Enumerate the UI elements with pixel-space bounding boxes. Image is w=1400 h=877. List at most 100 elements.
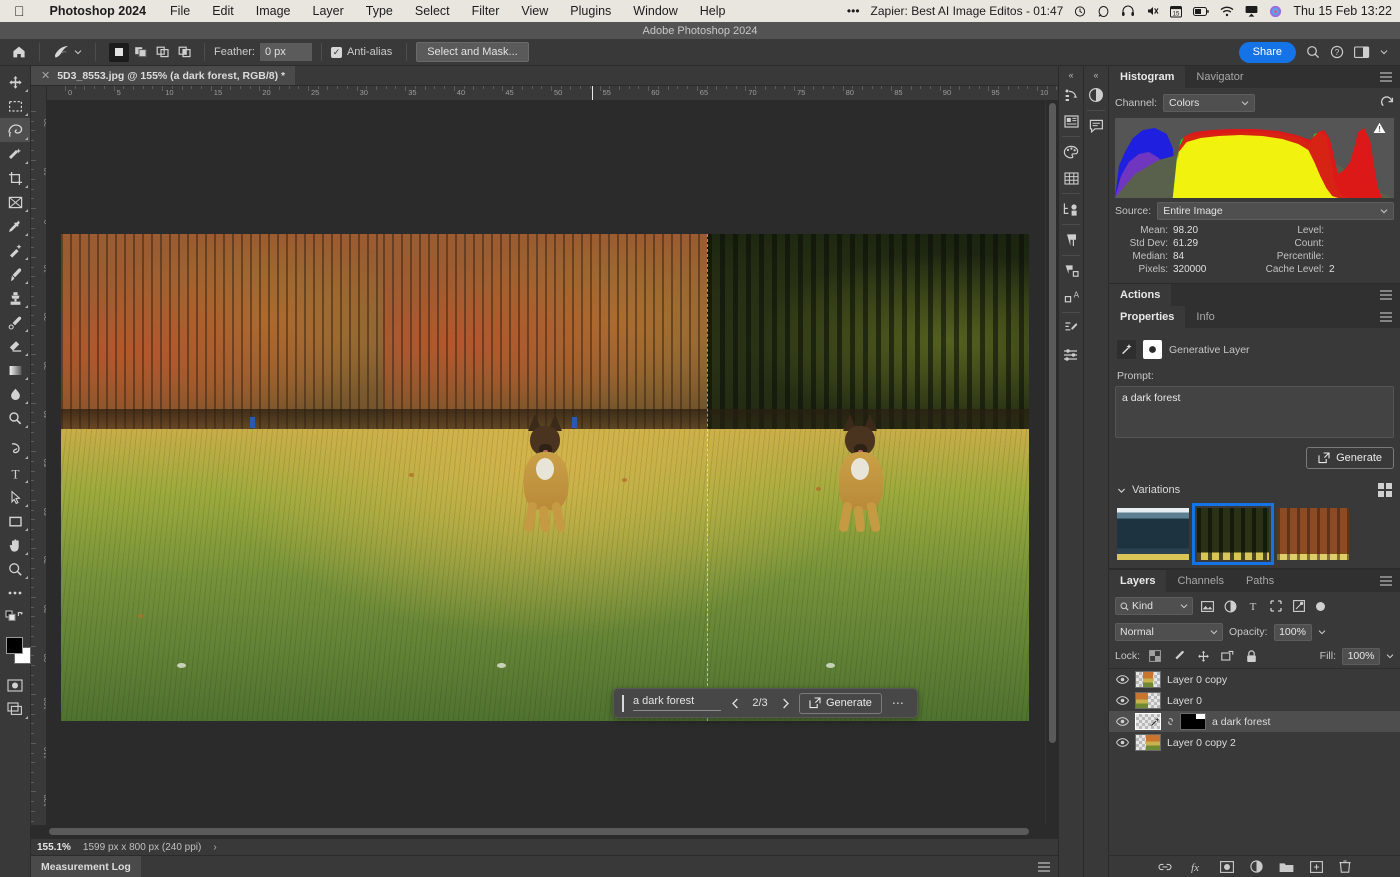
type-layer-filter-icon[interactable]: T — [1244, 597, 1262, 615]
contextual-task-bar[interactable]: a dark forest 2/3 Generate ⋯ — [613, 688, 918, 718]
collapse-icon[interactable]: « — [1068, 68, 1073, 82]
variations-toggle[interactable]: Variations — [1117, 484, 1180, 496]
layer-thumbnail[interactable] — [1135, 692, 1161, 709]
link-layers-icon[interactable] — [1158, 862, 1172, 872]
history-icon[interactable] — [1059, 82, 1083, 108]
brush-tool[interactable] — [0, 262, 30, 286]
wifi-icon[interactable] — [1220, 6, 1234, 17]
search-circle-icon[interactable] — [1097, 5, 1110, 18]
eraser-tool[interactable] — [0, 334, 30, 358]
zoom-level[interactable]: 155.1% — [37, 842, 71, 853]
new-group-icon[interactable] — [1279, 861, 1294, 873]
menu-image[interactable]: Image — [245, 4, 302, 18]
intersect-selection-button[interactable] — [175, 43, 195, 62]
select-and-mask-button[interactable]: Select and Mask... — [416, 42, 529, 62]
tab-info[interactable]: Info — [1185, 306, 1225, 328]
mute-icon[interactable] — [1146, 5, 1159, 17]
search-icon[interactable] — [1306, 45, 1320, 59]
shape-layer-filter-icon[interactable] — [1267, 597, 1285, 615]
dodge-tool[interactable] — [0, 406, 30, 430]
smart-object-filter-icon[interactable] — [1290, 597, 1308, 615]
chevron-right-icon[interactable]: › — [213, 842, 216, 853]
color-swatches[interactable] — [3, 635, 30, 671]
horizontal-ruler[interactable]: 0510152025303540455055606570758085909510 — [47, 86, 1058, 101]
canvas-viewport[interactable]: a dark forest 2/3 Generate ⋯ — [47, 101, 1045, 825]
siri-icon[interactable] — [1269, 5, 1282, 18]
channel-select[interactable]: Colors — [1163, 94, 1255, 112]
gradient-tool[interactable] — [0, 358, 30, 382]
tab-navigator[interactable]: Navigator — [1185, 66, 1254, 88]
color-wheel-icon[interactable] — [1059, 139, 1083, 165]
prompt-input[interactable]: a dark forest — [1115, 386, 1394, 438]
lock-transparent-icon[interactable] — [1146, 647, 1164, 665]
panel-menu-icon[interactable] — [1372, 570, 1400, 592]
menu-select[interactable]: Select — [404, 4, 461, 18]
eyedropper-tool[interactable] — [0, 214, 30, 238]
anti-alias-checkbox[interactable]: ✓ Anti-alias — [331, 46, 397, 58]
close-icon[interactable]: ✕ — [41, 69, 50, 82]
settings-sliders-icon[interactable] — [1059, 341, 1083, 367]
blend-mode-select[interactable]: Normal — [1115, 623, 1223, 641]
quick-mask-button[interactable] — [0, 673, 30, 697]
layer-mask-thumbnail[interactable] — [1180, 713, 1206, 730]
variation-thumbnail-1[interactable] — [1117, 508, 1189, 560]
grid-view-icon[interactable] — [1378, 483, 1392, 497]
path-selection-tool[interactable] — [0, 485, 30, 509]
layer-name[interactable]: Layer 0 — [1167, 695, 1202, 707]
marquee-tool[interactable] — [0, 94, 30, 118]
layer-row[interactable]: Layer 0 copy — [1109, 669, 1400, 690]
next-variation-button[interactable] — [777, 693, 793, 713]
layer-thumbnail[interactable] — [1135, 734, 1161, 751]
generate-button[interactable]: Generate — [1306, 447, 1394, 469]
canvas-vertical-scrollbar[interactable] — [1045, 101, 1058, 825]
workspace-icon[interactable] — [1354, 46, 1370, 59]
layer-row[interactable]: a dark forest — [1109, 711, 1400, 732]
battery-icon[interactable] — [1193, 6, 1209, 17]
rectangle-tool[interactable] — [0, 509, 30, 533]
menu-edit[interactable]: Edit — [201, 4, 245, 18]
tab-paths[interactable]: Paths — [1235, 570, 1285, 592]
adjustment-layer-icon[interactable] — [1250, 860, 1263, 873]
menu-overflow-icon[interactable]: ••• — [847, 4, 860, 18]
menu-view[interactable]: View — [510, 4, 559, 18]
share-button[interactable]: Share — [1239, 42, 1296, 63]
crop-tool[interactable] — [0, 166, 30, 190]
panel-menu-icon[interactable] — [1372, 284, 1400, 306]
airplay-icon[interactable] — [1245, 5, 1258, 17]
paragraph-icon[interactable] — [1059, 227, 1083, 253]
clone-stamp-tool[interactable] — [0, 286, 30, 310]
edit-toolbar-button[interactable] — [0, 581, 30, 605]
eye-icon[interactable] — [1116, 738, 1129, 747]
ruler-corner[interactable] — [31, 86, 47, 101]
history-brush-tool[interactable] — [0, 310, 30, 334]
eye-icon[interactable] — [1116, 675, 1129, 684]
hand-tool[interactable] — [0, 533, 30, 557]
eye-icon[interactable] — [1116, 696, 1129, 705]
layer-row[interactable]: Layer 0 — [1109, 690, 1400, 711]
foreground-color-swatch[interactable] — [6, 637, 23, 654]
vertical-ruler[interactable]: 20100102030405060708090100110120 — [31, 101, 47, 825]
blur-tool[interactable] — [0, 382, 30, 406]
tab-actions[interactable]: Actions — [1109, 284, 1171, 306]
layer-name[interactable]: Layer 0 copy 2 — [1167, 737, 1236, 749]
tab-measurement-log[interactable]: Measurement Log — [31, 856, 141, 877]
variation-thumbnail-2[interactable] — [1197, 508, 1269, 560]
variation-thumbnail-3[interactable] — [1277, 508, 1349, 560]
chevron-down-icon[interactable] — [1318, 628, 1326, 636]
tab-channels[interactable]: Channels — [1166, 570, 1234, 592]
zoom-tool[interactable] — [0, 557, 30, 581]
menu-file[interactable]: File — [159, 4, 201, 18]
lock-all-icon[interactable] — [1242, 647, 1260, 665]
frame-tool[interactable] — [0, 190, 30, 214]
panel-menu-icon[interactable] — [1030, 856, 1058, 877]
tool-preset-picker[interactable] — [49, 44, 86, 60]
paragraph-styles-icon[interactable] — [1059, 258, 1083, 284]
fill-value[interactable]: 100% — [1342, 648, 1380, 665]
menu-layer[interactable]: Layer — [302, 4, 355, 18]
menubar-clock[interactable]: Thu 15 Feb 13:22 — [1293, 4, 1392, 18]
menu-help[interactable]: Help — [689, 4, 737, 18]
mask-link-icon[interactable] — [1167, 716, 1174, 727]
layer-row[interactable]: Layer 0 copy 2 — [1109, 732, 1400, 753]
layer-name[interactable]: Layer 0 copy — [1167, 674, 1227, 686]
layer-thumbnail[interactable] — [1135, 671, 1161, 688]
